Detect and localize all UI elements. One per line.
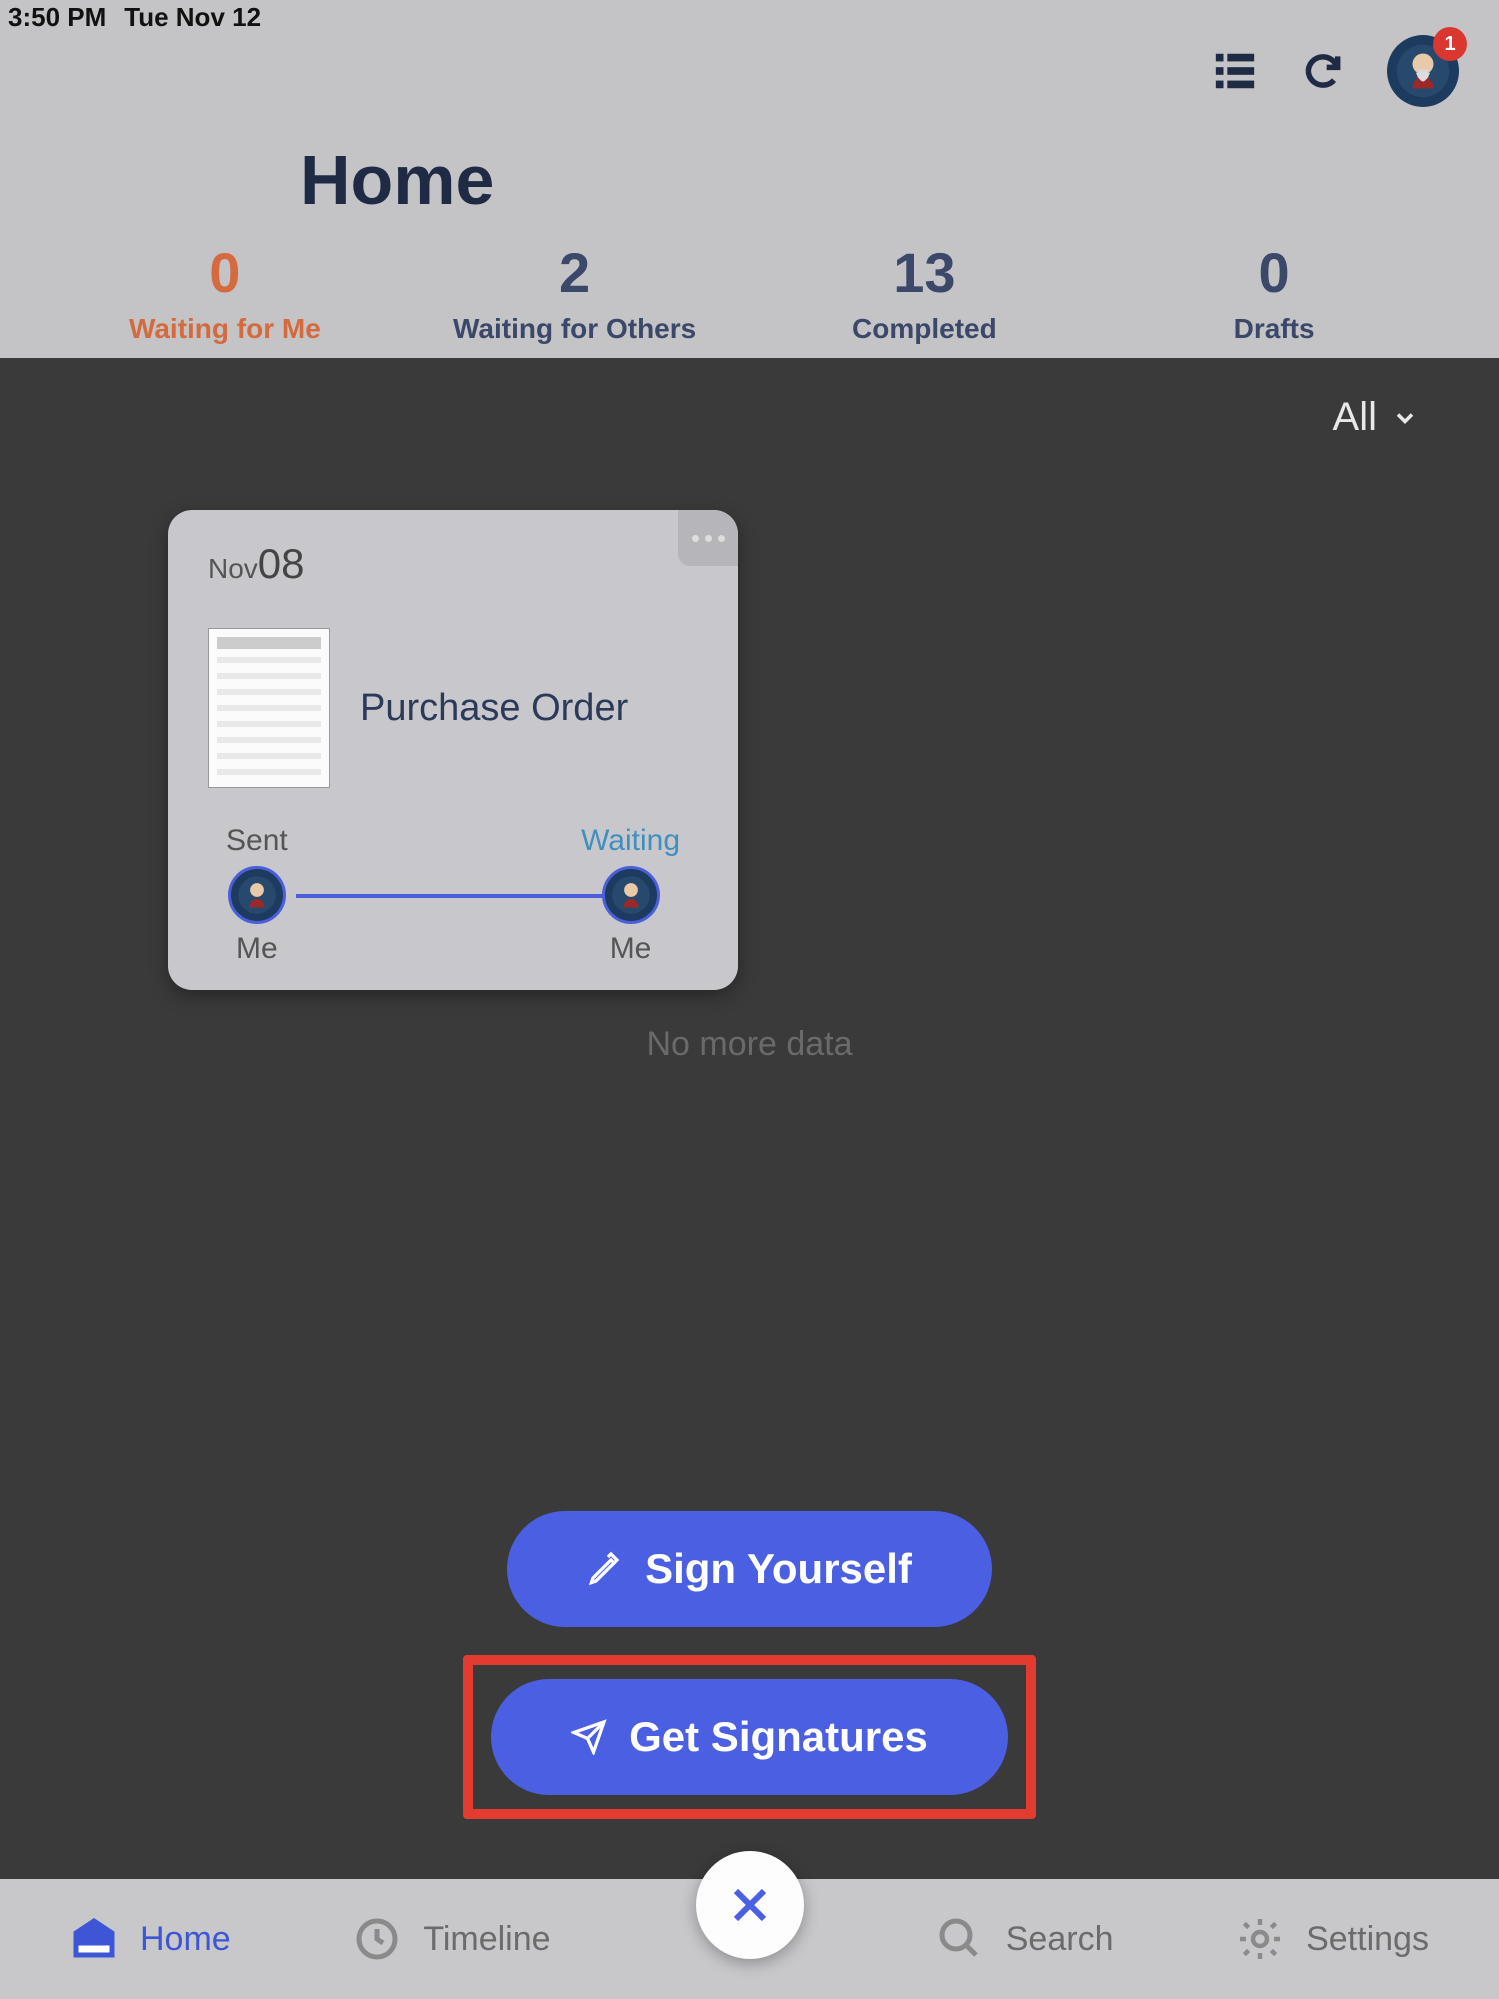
tab-waiting-for-others[interactable]: 2 Waiting for Others bbox=[400, 240, 750, 345]
get-signatures-label: Get Signatures bbox=[629, 1713, 928, 1761]
sender-avatar bbox=[228, 866, 286, 924]
sign-yourself-button[interactable]: Sign Yourself bbox=[507, 1511, 992, 1627]
search-icon bbox=[936, 1915, 984, 1963]
nav-timeline-label: Timeline bbox=[423, 1920, 550, 1959]
action-menu: Sign Yourself Get Signatures bbox=[0, 1511, 1499, 1819]
profile-avatar[interactable]: 1 bbox=[1387, 35, 1459, 107]
notification-badge: 1 bbox=[1433, 27, 1467, 61]
nav-search[interactable]: Search bbox=[936, 1915, 1114, 1963]
refresh-icon[interactable] bbox=[1299, 47, 1347, 95]
tab-label: Waiting for Others bbox=[400, 313, 750, 345]
recipient-avatar bbox=[602, 866, 660, 924]
tab-completed[interactable]: 13 Completed bbox=[750, 240, 1100, 345]
recipient-label: Me bbox=[581, 932, 680, 966]
get-signatures-button[interactable]: Get Signatures bbox=[491, 1679, 1008, 1795]
tab-count: 0 bbox=[50, 240, 400, 305]
chevron-down-icon bbox=[1391, 404, 1419, 432]
card-month: Nov bbox=[208, 553, 258, 584]
list-end-message: No more data bbox=[0, 1025, 1499, 1064]
list-view-icon[interactable] bbox=[1211, 47, 1259, 95]
flow-status-waiting: Waiting bbox=[581, 824, 680, 858]
filter-label: All bbox=[1333, 395, 1377, 440]
nav-home-label: Home bbox=[140, 1920, 231, 1959]
close-action-menu-button[interactable] bbox=[696, 1851, 804, 1959]
tab-count: 0 bbox=[1099, 240, 1449, 305]
tab-waiting-for-me[interactable]: 0 Waiting for Me bbox=[50, 240, 400, 345]
close-icon bbox=[726, 1881, 774, 1929]
nav-settings-label: Settings bbox=[1306, 1920, 1429, 1959]
status-bar: 3:50 PM Tue Nov 12 bbox=[0, 2, 261, 33]
nav-search-label: Search bbox=[1006, 1920, 1114, 1959]
document-title: Purchase Order bbox=[360, 687, 628, 730]
clock-icon bbox=[353, 1915, 401, 1963]
nav-settings[interactable]: Settings bbox=[1236, 1915, 1429, 1963]
sign-yourself-label: Sign Yourself bbox=[645, 1545, 912, 1593]
gear-icon bbox=[1236, 1915, 1284, 1963]
home-icon bbox=[70, 1915, 118, 1963]
pencil-icon bbox=[587, 1551, 623, 1587]
tab-count: 2 bbox=[400, 240, 750, 305]
flow-status-sent: Sent bbox=[226, 824, 288, 858]
sender-label: Me bbox=[226, 932, 288, 966]
page-title: Home bbox=[300, 140, 494, 220]
flow-connector bbox=[296, 894, 610, 898]
tab-count: 13 bbox=[750, 240, 1100, 305]
signature-flow: Sent Me Waiting Me bbox=[208, 824, 698, 966]
tab-label: Drafts bbox=[1099, 313, 1449, 345]
document-thumbnail bbox=[208, 628, 330, 788]
tab-label: Completed bbox=[750, 313, 1100, 345]
nav-home[interactable]: Home bbox=[70, 1915, 231, 1963]
document-card[interactable]: Nov08 Purchase Order Sent Me Waiting Me bbox=[168, 510, 738, 990]
send-icon bbox=[571, 1719, 607, 1755]
tab-label: Waiting for Me bbox=[50, 313, 400, 345]
tutorial-highlight: Get Signatures bbox=[463, 1655, 1036, 1819]
card-more-icon[interactable] bbox=[678, 510, 738, 566]
tab-drafts[interactable]: 0 Drafts bbox=[1099, 240, 1449, 345]
nav-timeline[interactable]: Timeline bbox=[353, 1915, 550, 1963]
header-region: 3:50 PM Tue Nov 12 1 Home 0 Waiting for … bbox=[0, 0, 1499, 360]
status-date: Tue Nov 12 bbox=[124, 2, 261, 33]
card-day: 08 bbox=[258, 540, 305, 587]
card-date: Nov08 bbox=[208, 540, 698, 588]
filter-dropdown[interactable]: All bbox=[1333, 395, 1419, 440]
status-time: 3:50 PM bbox=[8, 2, 106, 33]
status-tabs: 0 Waiting for Me 2 Waiting for Others 13… bbox=[0, 240, 1499, 345]
